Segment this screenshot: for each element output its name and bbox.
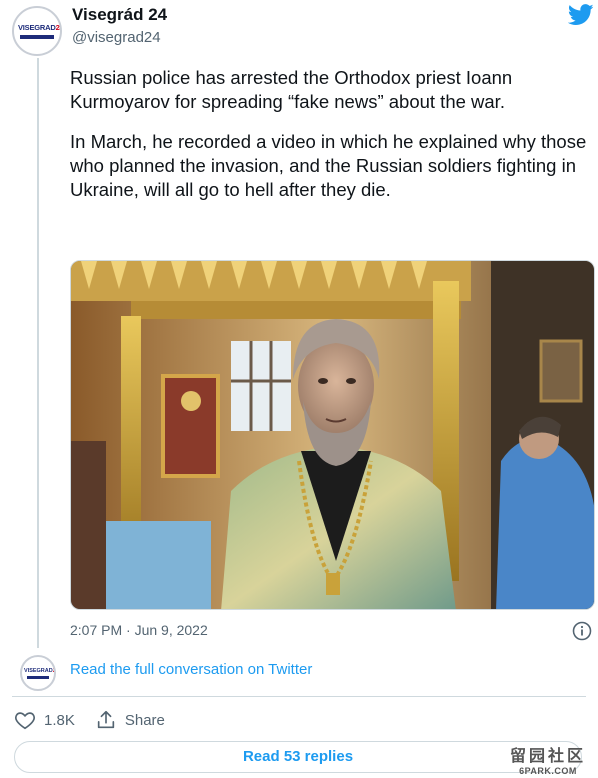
site-watermark: 留园社区 6PARK.COM [502, 742, 594, 776]
heart-icon [15, 712, 35, 730]
watermark-site: 6PARK.COM [519, 766, 577, 776]
share-label: Share [124, 711, 165, 729]
read-conversation-link[interactable]: Read the full conversation on Twitter [70, 661, 312, 678]
author-handle[interactable]: @visegrad24 [72, 29, 161, 46]
divider [12, 696, 586, 697]
thread-line [37, 58, 39, 648]
embedded-tweet-card: VISEGRAD24 Visegrád 24 @visegrad24 Russi… [0, 0, 598, 778]
read-replies-button[interactable]: Read 53 replies [14, 741, 582, 773]
avatar-logo: VISEGRAD24 [24, 668, 56, 674]
conversation-avatar[interactable]: VISEGRAD24 [20, 655, 56, 691]
tweet-timestamp[interactable]: 2:07 PM · Jun 9, 2022 [70, 622, 208, 638]
like-button[interactable]: 1.8K [14, 709, 75, 731]
share-button[interactable]: Share [95, 709, 165, 731]
avatar-logo: VISEGRAD24 [18, 23, 60, 32]
priest-photo-image [71, 261, 594, 609]
author-name[interactable]: Visegrád 24 [72, 5, 167, 25]
twitter-bird-icon[interactable] [568, 4, 594, 26]
tweet-actions: 1.8K Share [14, 708, 185, 732]
author-avatar[interactable]: VISEGRAD24 [12, 6, 62, 56]
tweet-photo[interactable] [70, 260, 595, 610]
tweet-text: Russian police has arrested the Orthodox… [70, 66, 590, 218]
info-icon[interactable] [572, 621, 592, 641]
watermark-chinese: 留园社区 [509, 748, 586, 765]
share-icon [97, 710, 115, 729]
tweet-paragraph: In March, he recorded a video in which h… [70, 131, 587, 200]
tweet-paragraph: Russian police has arrested the Orthodox… [70, 67, 513, 112]
like-count: 1.8K [44, 711, 75, 729]
